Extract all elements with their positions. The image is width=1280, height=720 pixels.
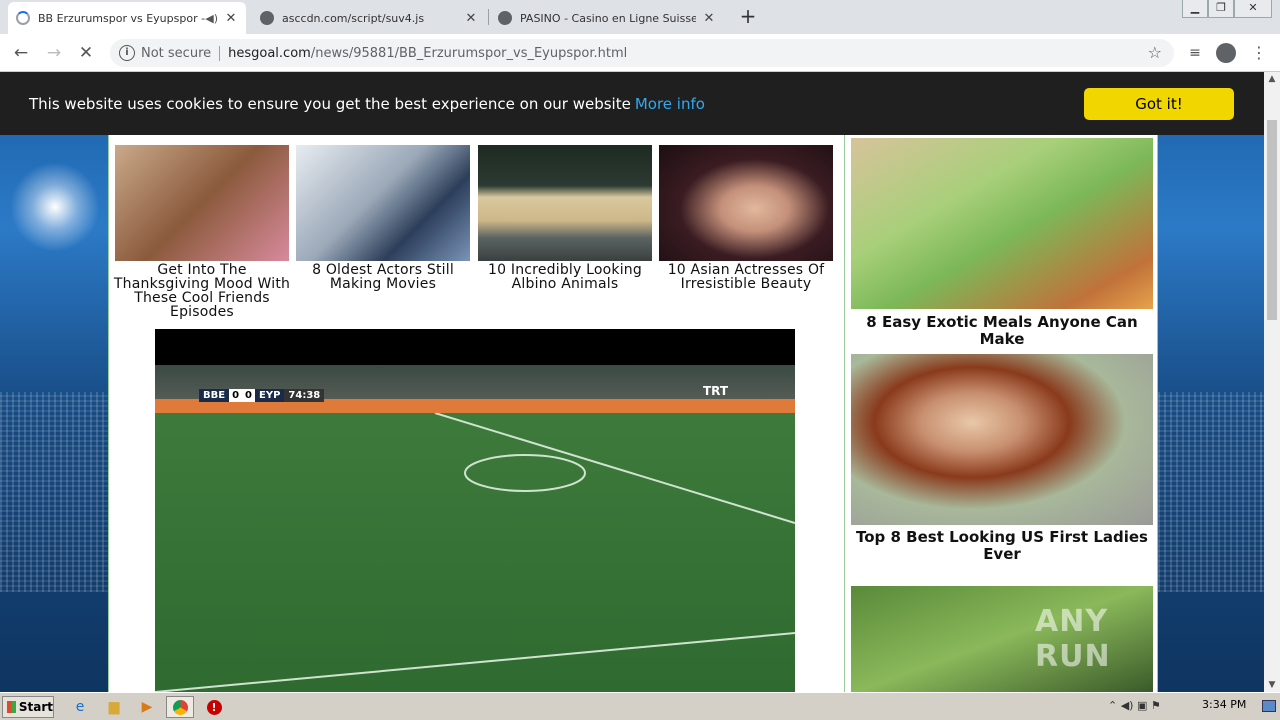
tab-title: asccdn.com/script/suv4.js <box>282 11 425 25</box>
star-icon[interactable]: ☆ <box>1148 43 1162 62</box>
anyrun-watermark: ANY RUN <box>1035 604 1111 674</box>
close-tab-icon[interactable]: ✕ <box>224 11 238 26</box>
vertical-scrollbar[interactable]: ▲ ▼ <box>1264 72 1280 692</box>
speaker-icon[interactable]: ◀) <box>205 12 218 25</box>
security-label: Not secure <box>141 45 221 61</box>
pitch-lines <box>155 413 795 692</box>
profile-avatar-icon[interactable] <box>1216 43 1236 63</box>
sidebar-ads: 8 Easy Exotic Meals Anyone Can Make Top … <box>844 134 1158 692</box>
cookie-text: This website uses cookies to ensure you … <box>29 94 631 113</box>
show-desktop-icon[interactable] <box>1262 700 1276 712</box>
cookie-banner: This website uses cookies to ensure you … <box>0 72 1264 135</box>
scroll-down-icon[interactable]: ▼ <box>1264 678 1280 692</box>
broadcaster-logo: TRT <box>703 384 729 398</box>
ad-image-first-ladies[interactable] <box>851 354 1153 525</box>
windows-logo-icon <box>7 701 16 713</box>
thumb-caption[interactable]: 10 Asian Actresses Of Irresistible Beaut… <box>656 263 836 291</box>
menu-icon[interactable]: ⋮ <box>1248 42 1270 64</box>
scroll-thumb[interactable] <box>1267 120 1277 320</box>
chrome-icon <box>173 700 188 715</box>
video-player[interactable]: BBE 0 0 EYP 74:38 TRT <box>155 329 795 692</box>
thumb-image-friends[interactable] <box>115 145 289 261</box>
maximize-button[interactable]: ❐ <box>1208 0 1234 18</box>
ad-caption[interactable]: 8 Easy Exotic Meals Anyone Can Make <box>845 314 1159 348</box>
ad-caption[interactable]: Top 8 Best Looking US First Ladies Ever <box>855 529 1149 563</box>
info-icon[interactable]: i <box>119 45 135 61</box>
address-bar[interactable]: i Not secure hesgoal.com/news/95881/BB_E… <box>110 39 1174 67</box>
away-score: 0 <box>242 388 256 402</box>
stop-sign-icon[interactable]: ! <box>204 697 224 717</box>
globe-icon <box>260 11 274 25</box>
minimize-button[interactable]: ▁ <box>1182 0 1208 18</box>
url-text[interactable]: hesgoal.com/news/95881/BB_Erzurumspor_vs… <box>220 46 627 61</box>
match-clock: 74:38 <box>284 388 325 402</box>
url-path: /news/95881/BB_Erzurumspor_vs_Eyupspor.h… <box>310 45 628 61</box>
tab-title: BB Erzurumspor vs Eyupspor - H <box>38 11 206 25</box>
football-pitch <box>155 413 795 692</box>
chrome-taskbar-button[interactable] <box>166 696 194 718</box>
stop-button[interactable]: ✕ <box>75 42 97 64</box>
forward-button[interactable]: → <box>43 42 65 64</box>
close-tab-icon[interactable]: ✕ <box>464 11 478 26</box>
tab-title: PASINO - Casino en Ligne Suisse - Su <box>520 11 696 25</box>
folder-icon[interactable]: ▆ <box>104 697 124 717</box>
crowd <box>0 392 108 592</box>
thumb-caption[interactable]: Get Into The Thanksgiving Mood With Thes… <box>112 263 292 319</box>
crowd <box>1158 392 1264 592</box>
tab-hesgoal[interactable]: BB Erzurumspor vs Eyupspor - H ◀) ✕ <box>8 2 246 34</box>
system-clock: 3:34 PM <box>1202 698 1247 711</box>
start-button[interactable]: Start <box>2 696 54 718</box>
new-tab-button[interactable]: + <box>736 4 760 28</box>
article-column: Get Into The Thanksgiving Mood With Thes… <box>108 72 841 692</box>
tab-pasino[interactable]: PASINO - Casino en Ligne Suisse - Su ✕ <box>490 2 724 34</box>
more-info-link[interactable]: More info <box>635 95 705 113</box>
thumb-image-actors[interactable] <box>296 145 470 261</box>
media-player-icon[interactable]: ▶ <box>137 697 157 717</box>
start-label: Start <box>18 700 53 714</box>
scoreboard: BBE 0 0 EYP 74:38 <box>199 387 325 403</box>
loading-spinner-icon <box>16 11 30 25</box>
tab-strip: BB Erzurumspor vs Eyupspor - H ◀) ✕ ascc… <box>0 0 1280 34</box>
stadium-background-left <box>0 72 108 692</box>
away-team: EYP <box>255 388 285 402</box>
close-window-button[interactable]: ✕ <box>1234 0 1272 18</box>
floodlight <box>10 162 100 252</box>
thumb-caption[interactable]: 10 Incredibly Looking Albino Animals <box>475 263 655 291</box>
thumb-image-albino[interactable] <box>478 145 652 261</box>
got-it-button[interactable]: Got it! <box>1084 88 1234 120</box>
thumb-image-actress[interactable] <box>659 145 833 261</box>
page-content: Get Into The Thanksgiving Mood With Thes… <box>0 72 1264 692</box>
globe-icon <box>498 11 512 25</box>
tab-asccdn[interactable]: asccdn.com/script/suv4.js ✕ <box>252 2 486 34</box>
thumb-caption[interactable]: 8 Oldest Actors Still Making Movies <box>293 263 473 291</box>
url-host: hesgoal.com <box>228 45 311 61</box>
windows-taskbar: Start e ▆ ▶ ! ⌃ ◀) ▣ ⚑ 3:34 PM <box>0 692 1280 720</box>
home-score: 0 <box>229 388 243 402</box>
scroll-up-icon[interactable]: ▲ <box>1264 72 1280 86</box>
back-button[interactable]: ← <box>10 42 32 64</box>
stadium-background-right <box>1158 72 1264 692</box>
ie-icon[interactable]: e <box>70 697 90 717</box>
tab-divider <box>488 9 489 25</box>
browser-toolbar: ← → ✕ i Not secure hesgoal.com/news/9588… <box>0 34 1280 72</box>
cookie-message: This website uses cookies to ensure you … <box>29 95 705 113</box>
close-tab-icon[interactable]: ✕ <box>702 11 716 26</box>
media-icon[interactable]: ≡ <box>1184 42 1206 64</box>
tray-icons[interactable]: ⌃ ◀) ▣ ⚑ <box>1108 699 1161 712</box>
home-team: BBE <box>199 388 230 402</box>
ad-image-exotic-meals[interactable] <box>851 138 1153 309</box>
